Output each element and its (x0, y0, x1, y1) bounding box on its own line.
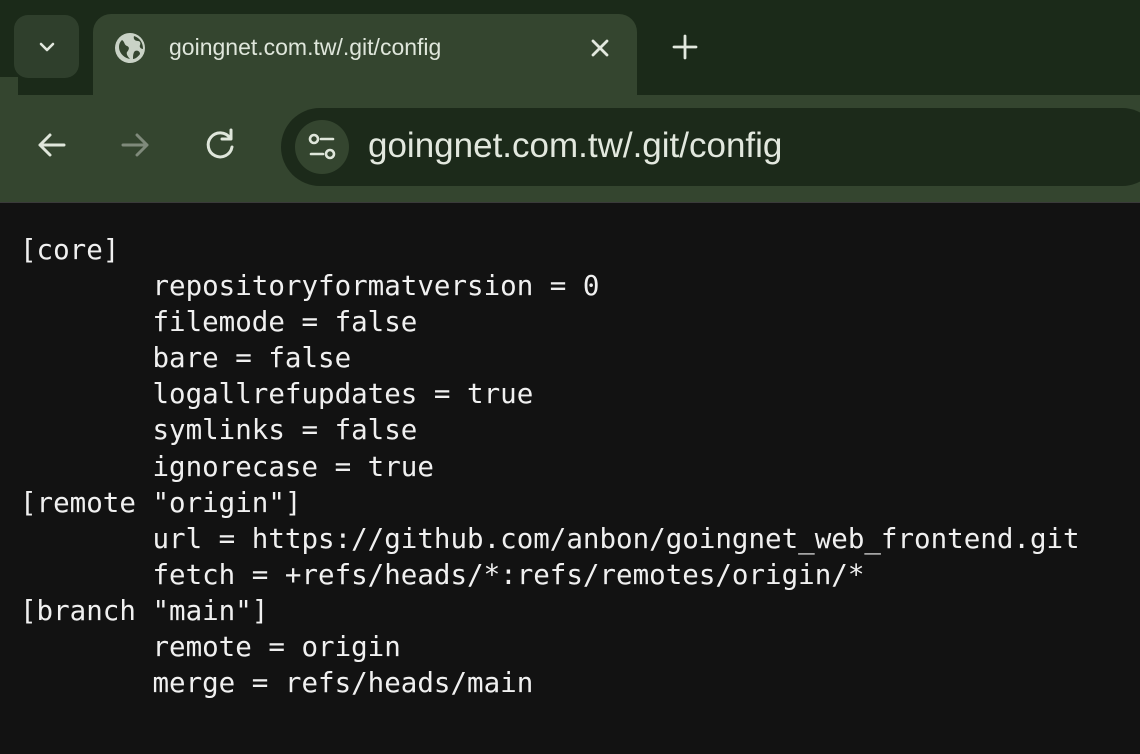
config-line: remote = origin (20, 631, 401, 664)
close-icon[interactable] (586, 34, 614, 62)
arrow-right-icon[interactable] (115, 125, 155, 165)
config-line: repositoryformatversion = 0 (20, 270, 600, 303)
config-text: [core] repositoryformatversion = 0 filem… (20, 232, 1130, 701)
reload-icon[interactable] (200, 125, 240, 165)
plus-icon[interactable] (668, 30, 702, 64)
site-info-button[interactable] (295, 120, 349, 174)
config-line: [branch "main"] (20, 594, 269, 627)
tune-icon (308, 133, 336, 160)
config-line: [core] (20, 234, 120, 266)
tab-active[interactable]: goingnet.com.tw/.git/config (93, 14, 637, 95)
config-line: fetch = +refs/heads/*:refs/remotes/origi… (20, 558, 865, 591)
config-line: symlinks = false (20, 414, 418, 447)
config-line: merge = refs/heads/main (20, 667, 534, 700)
config-line: logallrefupdates = true (20, 378, 534, 411)
page-content: [core] repositoryformatversion = 0 filem… (20, 232, 1130, 701)
globe-icon (115, 33, 145, 63)
browser-window: goingnet.com.tw/.git/config goingnet.com… (0, 0, 1140, 754)
toolbar-divider (0, 202, 1140, 203)
config-line: filemode = false (20, 306, 418, 339)
toolbar: goingnet.com.tw/.git/config (0, 77, 1140, 202)
tab-title: goingnet.com.tw/.git/config (169, 34, 442, 60)
address-bar[interactable]: goingnet.com.tw/.git/config (281, 108, 1140, 186)
config-line: [remote "origin"] (20, 486, 302, 519)
chevron-down-icon (39, 42, 54, 51)
config-line: ignorecase = true (20, 450, 434, 483)
tab-search-button[interactable] (14, 15, 79, 78)
tab-strip: goingnet.com.tw/.git/config (0, 0, 1140, 95)
url-text: goingnet.com.tw/.git/config (368, 126, 783, 165)
config-line: bare = false (20, 342, 352, 375)
config-line: url = https://github.com/anbon/goingnet_… (20, 522, 1080, 555)
arrow-left-icon[interactable] (32, 125, 72, 165)
